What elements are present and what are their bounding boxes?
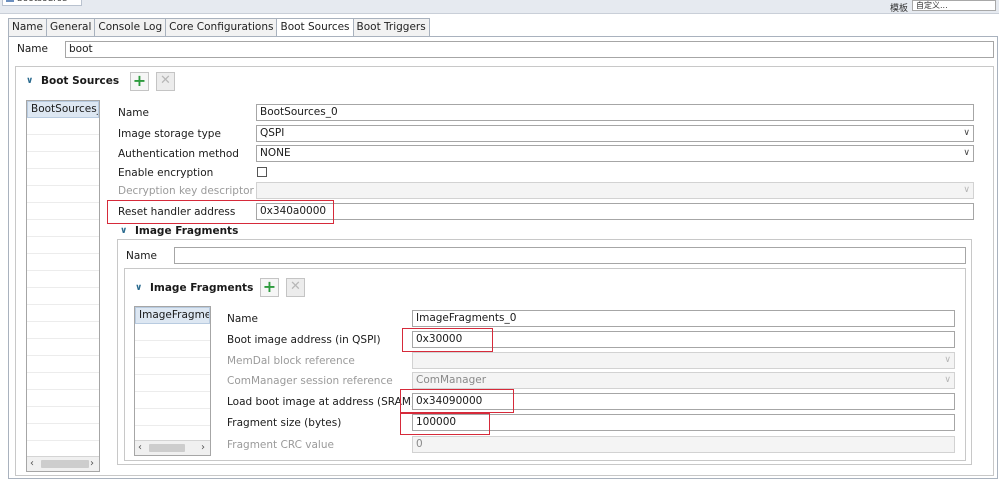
fragment-crc-value-field: 0 <box>412 436 955 453</box>
tab-boot-sources[interactable]: Boot Sources <box>276 18 353 37</box>
template-combo[interactable]: 自定义... <box>912 0 996 11</box>
commanager-session-reference-value: ComManager <box>416 374 487 386</box>
bs-name-label: Name <box>118 107 149 119</box>
boot-sources-title: Boot Sources <box>41 75 120 87</box>
highlight-box <box>400 413 490 435</box>
tab-bar: Name General Console Log Core Configurat… <box>8 18 430 37</box>
scrollbar-thumb[interactable] <box>41 460 89 468</box>
enable-encryption-checkbox[interactable] <box>257 167 267 177</box>
x-icon: ✕ <box>290 279 301 294</box>
enable-encryption-label: Enable encryption <box>118 167 214 179</box>
image-fragments-name-label: Name <box>126 250 157 262</box>
bs-name-field[interactable]: BootSources_0 <box>256 104 974 121</box>
file-icon <box>6 0 14 2</box>
chevron-down-icon: ∨ <box>963 148 970 158</box>
plus-icon: + <box>132 71 147 90</box>
chevron-down-icon[interactable]: ∨ <box>120 226 127 236</box>
reset-handler-address-field[interactable]: 0x340a0000 <box>256 203 974 220</box>
fragment-crc-value-label: Fragment CRC value <box>227 439 334 451</box>
image-storage-type-label: Image storage type <box>118 128 221 140</box>
chevron-down-icon: ∨ <box>944 355 951 365</box>
editor-tab[interactable]: bootsource <box>2 0 82 6</box>
chevron-down-icon[interactable]: ∨ <box>26 76 33 86</box>
highlight-box <box>400 389 514 413</box>
editor-tab-strip <box>0 0 999 14</box>
list-item[interactable]: BootSources_0 <box>27 101 99 118</box>
tab-name[interactable]: Name <box>8 18 46 37</box>
add-image-fragment-button[interactable]: + <box>260 278 279 297</box>
authentication-method-select[interactable]: NONE ∨ <box>256 145 974 162</box>
template-label: 模板 <box>890 4 909 14</box>
chevron-down-icon: ∨ <box>963 185 970 195</box>
remove-image-fragment-button: ✕ <box>286 278 305 297</box>
tab-boot-triggers[interactable]: Boot Triggers <box>352 18 430 37</box>
remove-boot-source-button: ✕ <box>156 72 175 91</box>
if-name-label: Name <box>227 313 258 325</box>
authentication-method-label: Authentication method <box>118 148 239 160</box>
tab-general[interactable]: General <box>45 18 95 37</box>
image-fragments-inner-title: Image Fragments <box>150 282 254 294</box>
chevron-down-icon: ∨ <box>944 375 951 385</box>
x-icon: ✕ <box>160 73 171 88</box>
image-fragments-name-field[interactable] <box>174 247 966 264</box>
name-field[interactable]: boot <box>65 41 994 58</box>
boot-sources-list: BootSources_0 ‹ › <box>26 100 100 472</box>
editor-tab-label: bootsource <box>17 0 67 4</box>
add-boot-source-button[interactable]: + <box>130 72 149 91</box>
decryption-key-descriptor-label: Decryption key descriptor <box>118 185 254 197</box>
scrollbar-thumb[interactable] <box>149 444 185 452</box>
horizontal-scrollbar[interactable]: ‹ › <box>27 456 99 471</box>
image-fragments-list: ImageFragments_0 ‹ › <box>134 306 211 456</box>
image-storage-type-select[interactable]: QSPI ∨ <box>256 125 974 142</box>
commanager-session-reference-select: ComManager ∨ <box>412 372 955 389</box>
image-fragments-title: Image Fragments <box>135 225 239 237</box>
tab-console-log[interactable]: Console Log <box>94 18 166 37</box>
plus-icon: + <box>262 277 277 296</box>
arrow-left-icon[interactable]: ‹ <box>30 458 34 469</box>
if-name-field[interactable]: ImageFragments_0 <box>412 310 955 327</box>
boot-image-address-label: Boot image address (in QSPI) <box>227 334 381 346</box>
memdal-block-reference-label: MemDal block reference <box>227 355 355 367</box>
memdal-block-reference-select: ∨ <box>412 352 955 369</box>
image-storage-type-value: QSPI <box>260 127 285 139</box>
arrow-left-icon[interactable]: ‹ <box>138 442 142 453</box>
list-item[interactable]: ImageFragments_0 <box>135 307 210 324</box>
arrow-right-icon[interactable]: › <box>201 442 205 453</box>
fragment-size-field[interactable]: 100000 <box>412 414 955 431</box>
name-label: Name <box>17 43 48 55</box>
chevron-down-icon[interactable]: ∨ <box>135 283 142 293</box>
authentication-method-value: NONE <box>260 147 291 159</box>
highlight-box <box>107 200 334 224</box>
commanager-session-reference-label: ComManager session reference <box>227 375 393 387</box>
fragment-size-label: Fragment size (bytes) <box>227 417 342 429</box>
boot-image-address-field[interactable]: 0x30000 <box>412 331 955 348</box>
highlight-box <box>402 328 493 352</box>
tab-core-configurations[interactable]: Core Configurations <box>165 18 277 37</box>
decryption-key-descriptor-select: ∨ <box>256 182 974 199</box>
load-boot-image-address-label: Load boot image at address (SRAM) <box>227 396 415 408</box>
arrow-right-icon[interactable]: › <box>90 458 94 469</box>
horizontal-scrollbar[interactable]: ‹ › <box>135 440 210 455</box>
chevron-down-icon: ∨ <box>963 128 970 138</box>
